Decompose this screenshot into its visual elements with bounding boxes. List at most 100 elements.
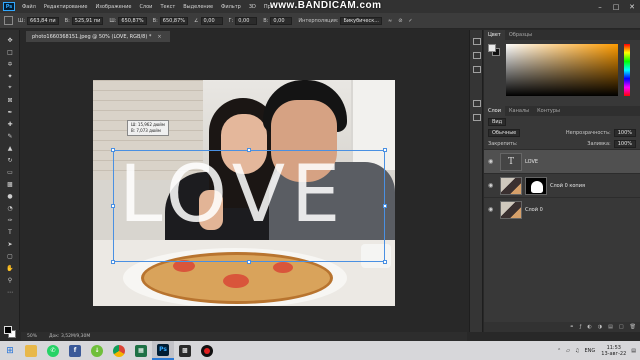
pen-tool-icon[interactable]: ✑ [5, 216, 15, 224]
eye-icon[interactable]: ◉ [488, 182, 496, 189]
more-tools-icon[interactable]: ⋯ [5, 288, 15, 296]
height-input[interactable]: 525,91 пи [71, 16, 104, 25]
hue-slider[interactable] [624, 44, 630, 96]
hand-tool-icon[interactable]: ✋ [5, 264, 15, 272]
history-panel-icon[interactable] [473, 38, 481, 45]
taskbar-calculator[interactable]: ▦ [130, 341, 152, 360]
canvas-area[interactable]: LOVE Ш: 15,962 дюйм В: 7,073 дюйм [21, 42, 467, 332]
character-panel-icon[interactable] [473, 100, 481, 107]
brush-tool-icon[interactable]: ✎ [5, 132, 15, 140]
new-layer-icon[interactable]: □ [619, 324, 624, 330]
volume-icon[interactable]: ♫ [575, 348, 579, 354]
stamp-tool-icon[interactable]: ▲ [5, 144, 15, 152]
tab-swatches[interactable]: Образцы [505, 30, 536, 40]
foreground-color-swatch[interactable] [4, 326, 12, 334]
document-canvas[interactable]: LOVE Ш: 15,962 дюйм В: 7,073 дюйм [93, 80, 395, 306]
menu-3d[interactable]: 3D [245, 4, 260, 10]
taskbar-facebook[interactable]: f [64, 341, 86, 360]
healing-tool-icon[interactable]: ✚ [5, 120, 15, 128]
layer-mask-thumbnail[interactable] [525, 176, 547, 195]
blend-mode-select[interactable]: Обычные [488, 128, 521, 137]
link-layers-icon[interactable]: ⚭ [569, 324, 573, 330]
taskbar-folder-icon[interactable] [20, 341, 42, 360]
new-group-icon[interactable]: ▤ [608, 324, 613, 330]
windows-start-icon[interactable]: ⊞ [0, 341, 20, 360]
transform-handle[interactable] [383, 260, 387, 264]
interpolation-select[interactable]: Бикубическ... [340, 16, 382, 25]
properties-panel-icon[interactable] [473, 52, 481, 59]
menu-layers[interactable]: Слои [135, 4, 156, 10]
delete-layer-icon[interactable]: 🗑 [630, 324, 636, 330]
document-tab[interactable]: photo1660368151.jpeg @ 50% (LOVE, RGB/8)… [26, 31, 170, 42]
cancel-transform-icon[interactable]: ⊘ [398, 18, 402, 24]
menu-edit[interactable]: Редактирование [40, 4, 92, 10]
layer-style-icon[interactable]: ƒ [580, 324, 582, 330]
taskbar-bandicam[interactable] [196, 341, 218, 360]
add-mask-icon[interactable]: ◐ [587, 324, 591, 330]
tab-channels[interactable]: Каналы [505, 106, 533, 116]
taskbar-photoshop[interactable]: Ps [152, 341, 174, 360]
history-brush-tool-icon[interactable]: ↻ [5, 156, 15, 164]
angle-input[interactable]: 0,00 [200, 16, 223, 25]
taskbar-whatsapp[interactable]: ✆ [42, 341, 64, 360]
adjustment-layer-icon[interactable]: ◑ [598, 324, 602, 330]
hskew-input[interactable]: 0,00 [235, 16, 258, 25]
menu-image[interactable]: Изображение [91, 4, 135, 10]
menu-type[interactable]: Текст [156, 4, 179, 10]
blur-tool-icon[interactable]: ● [5, 192, 15, 200]
scale-height-input[interactable]: 650,87% [159, 16, 189, 25]
reference-point-icon[interactable] [4, 16, 13, 25]
layer-love[interactable]: ◉ T LOVE [484, 149, 640, 173]
layer-base[interactable]: ◉ Слой 0 [484, 197, 640, 221]
gradient-tool-icon[interactable]: ▩ [5, 180, 15, 188]
color-picker-field[interactable] [506, 44, 618, 96]
adjustments-panel-icon[interactable] [473, 66, 481, 73]
scale-width-input[interactable]: 650,87% [118, 16, 147, 25]
layer-kind-filter[interactable]: Вид [488, 117, 507, 126]
quick-select-tool-icon[interactable]: ✦ [5, 72, 15, 80]
clock[interactable]: 11:53 13-авг-22 [601, 345, 626, 357]
transform-handle[interactable] [111, 148, 115, 152]
taskbar-video[interactable]: ▩ [174, 341, 196, 360]
menu-file[interactable]: Файл [18, 4, 40, 10]
fill-input[interactable]: 100% [613, 139, 636, 148]
width-input[interactable]: 663,84 пи [27, 16, 59, 25]
menu-filter[interactable]: Фильтр [217, 4, 245, 10]
transform-handle[interactable] [111, 204, 115, 208]
close-icon[interactable]: ✕ [624, 0, 640, 13]
layer-copy[interactable]: ◉ Слой 0 копия [484, 173, 640, 197]
language-indicator[interactable]: ENG [585, 348, 596, 354]
opacity-input[interactable]: 100% [613, 128, 636, 137]
transform-handle[interactable] [247, 260, 251, 264]
tab-layers[interactable]: Слои [484, 106, 505, 116]
shape-tool-icon[interactable]: ▢ [5, 252, 15, 260]
zoom-tool-icon[interactable]: ⚲ [5, 276, 15, 284]
eraser-tool-icon[interactable]: ▭ [5, 168, 15, 176]
transform-handle[interactable] [247, 148, 251, 152]
marquee-tool-icon[interactable]: □ [5, 48, 15, 56]
transform-handle[interactable] [383, 148, 387, 152]
vskew-input[interactable]: 0,00 [270, 16, 293, 25]
taskbar-torrent[interactable]: ↓ [86, 341, 108, 360]
tab-color[interactable]: Цвет [484, 30, 505, 40]
network-icon[interactable]: ▱ [566, 348, 570, 354]
move-tool-icon[interactable]: ✥ [5, 36, 15, 44]
chevron-up-icon[interactable]: ⌃ [557, 348, 561, 354]
taskbar-chrome[interactable] [108, 341, 130, 360]
transform-handle[interactable] [383, 204, 387, 208]
eye-icon[interactable]: ◉ [488, 206, 496, 213]
notifications-icon[interactable]: ▤ [631, 348, 636, 354]
transform-bounding-box[interactable] [111, 148, 387, 264]
menu-select[interactable]: Выделение [179, 4, 217, 10]
minimize-icon[interactable]: – [592, 0, 608, 13]
paragraph-panel-icon[interactable] [473, 114, 481, 121]
type-tool-icon[interactable]: T [5, 228, 15, 236]
eyedropper-tool-icon[interactable]: ✒ [5, 108, 15, 116]
panel-foreground-swatch[interactable] [488, 44, 496, 52]
lasso-tool-icon[interactable]: ✡ [5, 60, 15, 68]
maximize-icon[interactable]: □ [608, 0, 624, 13]
commit-transform-icon[interactable]: ✓ [408, 18, 412, 24]
dodge-tool-icon[interactable]: ◔ [5, 204, 15, 212]
zoom-level[interactable]: 50% [27, 334, 37, 339]
tab-paths[interactable]: Контуры [533, 106, 564, 116]
